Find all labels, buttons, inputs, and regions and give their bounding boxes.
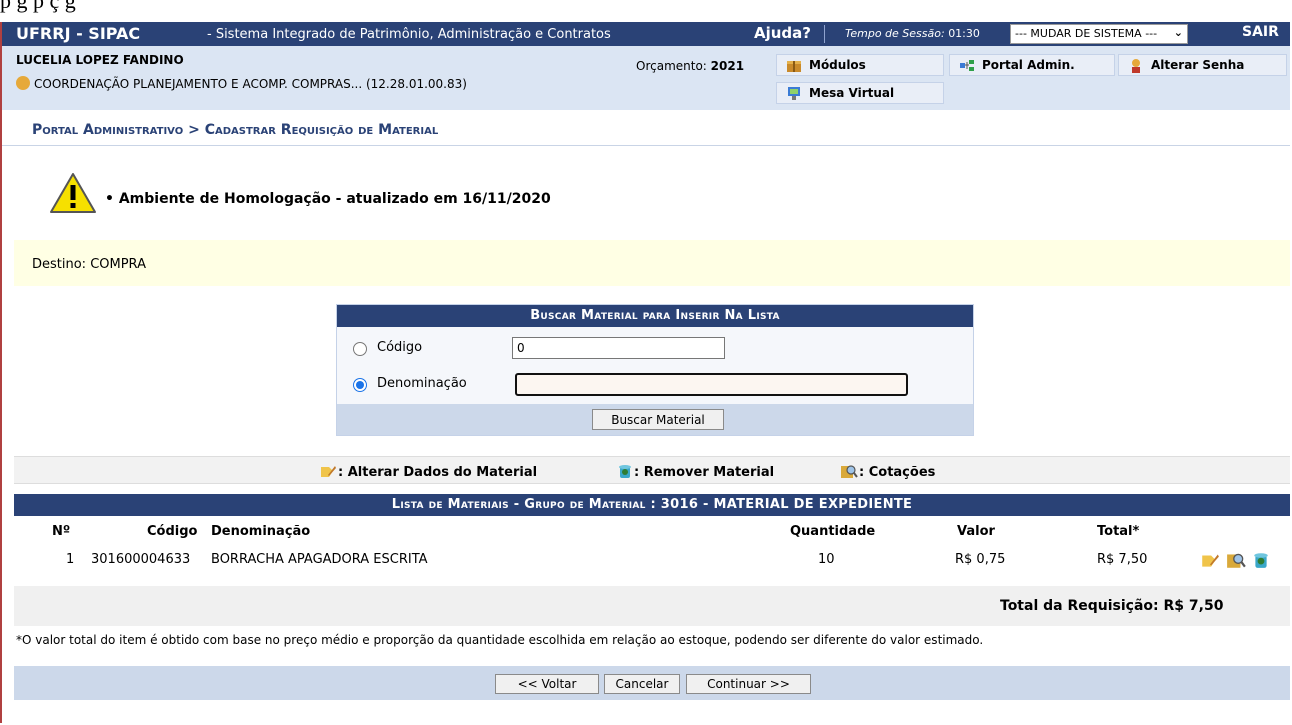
column-value: Valor bbox=[957, 524, 995, 539]
environment-warning: • Ambiente de Homologação - atualizado e… bbox=[105, 191, 551, 207]
row-quantity: 10 bbox=[818, 552, 835, 567]
user-name: LUCELIA LOPEZ FANDINO bbox=[16, 53, 184, 67]
search-form-footer: Buscar Material bbox=[337, 404, 973, 435]
legend-edit: : Alterar Dados do Material bbox=[319, 463, 537, 480]
brand-title[interactable]: UFRRJ - SIPAC bbox=[16, 24, 140, 43]
breadcrumb-divider bbox=[2, 145, 1290, 146]
package-icon bbox=[787, 61, 801, 72]
legend-remove: : Remover Material bbox=[617, 463, 774, 480]
change-password-button[interactable]: Alterar Senha bbox=[1118, 54, 1287, 76]
column-code: Código bbox=[147, 524, 198, 539]
warning-icon bbox=[50, 173, 96, 213]
desk-icon bbox=[788, 87, 800, 100]
network-icon bbox=[960, 60, 974, 71]
user-key-icon bbox=[1132, 59, 1140, 73]
material-search-form: Buscar Material para Inserir Na Lista Có… bbox=[336, 304, 974, 436]
name-label: Denominação bbox=[377, 376, 467, 391]
name-radio[interactable] bbox=[353, 378, 367, 392]
quotes-material-icon[interactable] bbox=[1226, 551, 1246, 569]
breadcrumb: Portal Administrativo > Cadastrar Requis… bbox=[32, 122, 439, 138]
unit-icon bbox=[16, 76, 30, 90]
row-value: R$ 0,75 bbox=[955, 552, 1006, 567]
row-name: BORRACHA APAGADORA ESCRITA bbox=[211, 552, 428, 567]
column-quantity: Quantidade bbox=[790, 524, 876, 539]
remove-material-icon[interactable] bbox=[1252, 551, 1270, 569]
edit-material-icon[interactable] bbox=[1200, 551, 1220, 569]
user-unit: COORDENAÇÃO PLANEJAMENTO E ACOMP. COMPRA… bbox=[16, 76, 467, 91]
row-number: 1 bbox=[66, 552, 75, 567]
column-number: Nº bbox=[52, 524, 71, 539]
session-timer: Tempo de Sessão: 01:30 bbox=[845, 27, 980, 40]
column-total: Total* bbox=[1097, 524, 1140, 539]
back-button[interactable]: << Voltar bbox=[495, 674, 599, 694]
destination-panel: Destino: COMPRA bbox=[14, 240, 1290, 286]
requisition-total: Total da Requisição: R$ 7,50 bbox=[1000, 598, 1224, 614]
destination-text: Destino: COMPRA bbox=[32, 257, 146, 272]
edit-icon bbox=[321, 466, 336, 477]
cropped-top-strip: p g p ç g bbox=[0, 0, 1292, 22]
actions-legend: : Alterar Dados do Material : Remover Ma… bbox=[14, 456, 1290, 484]
column-name: Denominação bbox=[211, 524, 311, 539]
name-input[interactable] bbox=[515, 373, 908, 396]
modules-button[interactable]: Módulos bbox=[776, 54, 944, 76]
logout-link[interactable]: SAIR bbox=[1242, 24, 1279, 40]
system-subtitle: - Sistema Integrado de Patrimônio, Admin… bbox=[207, 27, 611, 42]
legend-quotes: : Cotações bbox=[840, 463, 935, 480]
materials-list-title: Lista de Materiais - Grupo de Material :… bbox=[14, 494, 1290, 516]
budget-year: Orçamento: 2021 bbox=[636, 59, 745, 73]
code-input[interactable] bbox=[512, 337, 725, 359]
portal-admin-button[interactable]: Portal Admin. bbox=[949, 54, 1115, 76]
form-actions-bar: << Voltar Cancelar Continuar >> bbox=[14, 666, 1290, 700]
continue-button[interactable]: Continuar >> bbox=[686, 674, 811, 694]
search-form-title: Buscar Material para Inserir Na Lista bbox=[337, 305, 973, 327]
chevron-down-icon: ⌄ bbox=[1173, 26, 1183, 39]
quotes-icon bbox=[841, 465, 858, 478]
total-footnote: *O valor total do item é obtido com base… bbox=[16, 633, 984, 647]
system-select[interactable]: --- MUDAR DE SISTEMA --- ⌄ bbox=[1010, 24, 1188, 44]
user-info-bar: LUCELIA LOPEZ FANDINO COORDENAÇÃO PLANEJ… bbox=[2, 46, 1290, 110]
search-material-button[interactable]: Buscar Material bbox=[592, 409, 724, 430]
help-link[interactable]: Ajuda? bbox=[754, 24, 811, 42]
top-header-bar: UFRRJ - SIPAC - Sistema Integrado de Pat… bbox=[2, 22, 1290, 46]
cancel-button[interactable]: Cancelar bbox=[604, 674, 680, 694]
header-separator bbox=[824, 25, 825, 43]
code-radio[interactable] bbox=[353, 342, 367, 356]
virtual-desk-button[interactable]: Mesa Virtual bbox=[776, 82, 944, 104]
trash-icon bbox=[619, 465, 631, 478]
row-total: R$ 7,50 bbox=[1097, 552, 1148, 567]
code-label: Código bbox=[377, 340, 423, 355]
row-code: 301600004633 bbox=[91, 552, 191, 567]
